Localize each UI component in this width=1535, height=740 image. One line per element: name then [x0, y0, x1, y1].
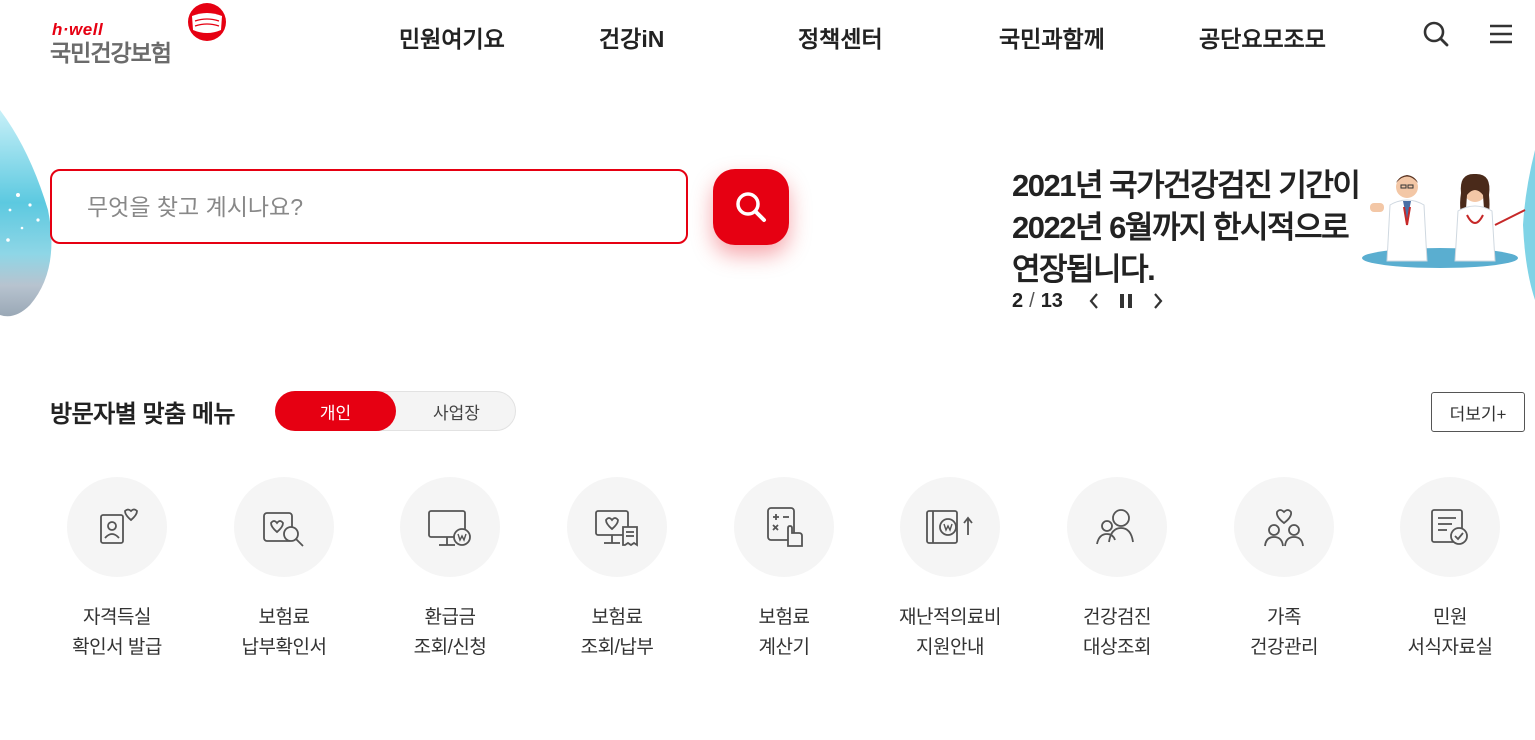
family-health-icon: [1264, 509, 1304, 547]
certificate-icon: [100, 508, 138, 544]
quick-menu-label-line: 보험료: [758, 607, 810, 628]
doctors-illustration: [1362, 173, 1526, 268]
premium-bill-icon: [595, 510, 638, 547]
nav-item-together[interactable]: 국민과함께: [999, 20, 1105, 54]
quick-menu-label-line: 가족: [1267, 607, 1301, 628]
search-box: [50, 169, 688, 244]
nav-item-policy[interactable]: 정책센터: [798, 20, 883, 54]
quick-menu-icon-circle: [234, 477, 334, 577]
quick-menu-item[interactable]: 환급금 조회/신청: [390, 477, 510, 663]
prev-slide-button[interactable]: [1085, 290, 1103, 312]
quick-menu-icon-circle: [734, 477, 834, 577]
quick-menu-label-line: 자격득실: [83, 607, 151, 628]
quick-menu-item[interactable]: 건강검진 대상조회: [1057, 477, 1177, 663]
quick-menu-label-line: 조회/신청: [413, 637, 487, 658]
quick-menu-label: 보험료 납부확인서: [224, 603, 344, 663]
banner-line: 연장됩니다.: [1012, 252, 1156, 287]
quick-menu-item[interactable]: 보험료 계산기: [724, 477, 844, 663]
quick-menu-item[interactable]: 가족 건강관리: [1224, 477, 1344, 663]
quick-menu-label-line: 환급금: [424, 607, 476, 628]
quick-menu-label-line: 보험료: [258, 607, 310, 628]
form-document-icon: [1431, 509, 1468, 545]
quick-menu-label: 보험료 계산기: [724, 603, 844, 663]
quick-menu-label-line: 지원안내: [916, 637, 984, 658]
search-input[interactable]: [87, 191, 647, 223]
quick-menu-label-line: 계산기: [758, 637, 810, 658]
nav-item-civil[interactable]: 민원여기요: [399, 20, 505, 54]
quick-menu-label-line: 건강검진: [1083, 607, 1151, 628]
quick-menu-icon-circle: [1400, 477, 1500, 577]
quick-menu-label-line: 보험료: [591, 607, 643, 628]
banner-line: 2021년 국가건강검진 기간이: [1012, 168, 1361, 203]
quick-menu-icon-circle: [67, 477, 167, 577]
more-button[interactable]: 더보기+: [1431, 392, 1525, 432]
quick-menu-label-line: 확인서 발급: [72, 637, 162, 658]
banner-line: 2022년 6월까지 한시적으로: [1012, 210, 1350, 245]
tab-individual[interactable]: 개인: [275, 391, 396, 431]
quick-menu-label-line: 민원: [1433, 607, 1467, 628]
quick-menu-icon-circle: [567, 477, 667, 577]
pager-total: 13: [1040, 289, 1063, 312]
search-icon: [736, 192, 766, 222]
pause-icon: [1119, 294, 1132, 308]
quick-menu-item[interactable]: 재난적의료비 지원안내: [890, 477, 1010, 663]
pager-current: 2: [1012, 289, 1024, 312]
quick-menu-label-line: 재난적의료비: [899, 607, 1001, 628]
site-logo[interactable]: h·well 국민건강보험: [50, 3, 235, 66]
checkup-target-icon: [1096, 509, 1134, 545]
chevron-left-icon: [1089, 293, 1098, 309]
site-header: h·well 국민건강보험 민원여기요 건강iN 정책센터 국민과함께 공단요모…: [0, 0, 1535, 72]
quick-menu-label-line: 납부확인서: [241, 637, 327, 658]
quick-menu-icon-circle: [900, 477, 1000, 577]
quick-menu-item[interactable]: 민원 서식자료실: [1390, 477, 1510, 663]
search-icon[interactable]: [1422, 20, 1450, 48]
quick-menu-icon-circle: [1234, 477, 1334, 577]
menu-icon[interactable]: [1487, 20, 1515, 48]
nav-item-about[interactable]: 공단요모조모: [1199, 20, 1326, 54]
payment-search-icon: [263, 512, 304, 547]
calculator-icon: [767, 507, 803, 547]
quick-menu-icon-circle: [1067, 477, 1167, 577]
quick-menu-label: 재난적의료비 지원안내: [890, 603, 1010, 663]
quick-menu-label: 건강검진 대상조회: [1057, 603, 1177, 663]
quick-menu-icon-circle: [400, 477, 500, 577]
refund-monitor-icon: [428, 510, 471, 546]
pager-separator: /: [1029, 289, 1035, 312]
next-slide-button[interactable]: [1149, 290, 1167, 312]
quick-menu-label: 가족 건강관리: [1224, 603, 1344, 663]
quick-menu-label-line: 조회/납부: [580, 637, 654, 658]
quick-menu-label-line: 서식자료실: [1407, 637, 1493, 658]
quick-menu-label: 보험료 조회/납부: [557, 603, 677, 663]
tab-business[interactable]: 사업장: [396, 391, 517, 431]
custom-menu-title: 방문자별 맞춤 메뉴: [50, 401, 235, 428]
pause-slide-button[interactable]: [1117, 290, 1135, 312]
mask-logo-icon: [188, 3, 226, 41]
quick-menu-label-line: 건강관리: [1250, 637, 1318, 658]
quick-menu-label: 자격득실 확인서 발급: [57, 603, 177, 663]
quick-menu-label-line: 대상조회: [1083, 637, 1151, 658]
banner-headline[interactable]: 2021년 국가건강검진 기간이 2022년 6월까지 한시적으로 연장됩니다.: [1012, 165, 1362, 291]
nav-item-health-in[interactable]: 건강iN: [599, 20, 664, 54]
quick-menu-item[interactable]: 보험료 조회/납부: [557, 477, 677, 663]
visitor-type-toggle: 개인 사업장: [275, 391, 516, 431]
quick-menu-label: 환급금 조회/신청: [390, 603, 510, 663]
quick-menu-item[interactable]: 자격득실 확인서 발급: [57, 477, 177, 663]
banner-pager: 2 / 13: [1012, 288, 1167, 314]
quick-menu-label: 민원 서식자료실: [1390, 603, 1510, 663]
logo-name: 국민건강보험: [50, 40, 172, 66]
quick-menu-item[interactable]: 보험료 납부확인서: [224, 477, 344, 663]
search-button[interactable]: [713, 169, 789, 245]
chevron-right-icon: [1154, 293, 1163, 309]
medical-support-icon: [926, 510, 973, 544]
